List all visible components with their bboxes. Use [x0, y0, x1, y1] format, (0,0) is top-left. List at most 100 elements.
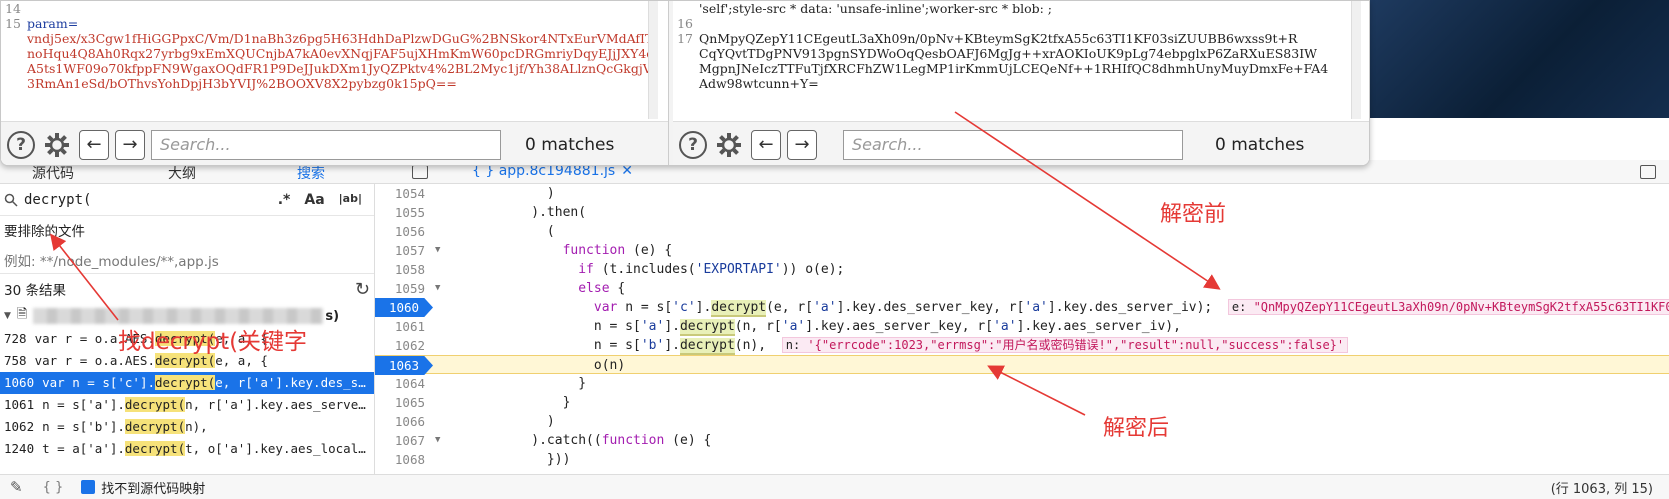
params-match-count: 0 matches [525, 134, 615, 155]
previous-match-button[interactable]: ← [751, 129, 781, 160]
line-number[interactable]: 1066 [375, 412, 425, 431]
line-number[interactable]: 1054 [375, 184, 425, 203]
help-icon[interactable]: ? [679, 130, 707, 159]
refresh-icon[interactable]: ↻ [355, 279, 370, 300]
response-scrollbar[interactable] [1351, 1, 1361, 119]
previous-match-button[interactable]: ← [79, 129, 109, 160]
hit-match: decrypt( [124, 419, 186, 434]
code-line[interactable]: 1062 n = s['b'].decrypt(n), n: '{"errcod… [375, 336, 1669, 355]
search-query-row: decrypt( .* Aa |ab| [0, 184, 374, 216]
line-number[interactable]: 1067 [375, 431, 425, 450]
line-number[interactable]: 1062 [375, 336, 425, 355]
gear-icon[interactable] [41, 129, 73, 161]
pretty-print-braces[interactable]: { } [43, 480, 64, 495]
code-line[interactable]: 1059 ▼ else { [375, 279, 1669, 298]
code-text: } [453, 395, 571, 410]
text-line: vndj5ex/x3Cgw1fHiGGPpxC/Vm/D1naBh3z6pg5H… [27, 31, 658, 46]
code-line[interactable]: 1067 ▼ ).catch((function (e) { [375, 431, 1669, 450]
line-number [673, 76, 693, 91]
text-line [699, 16, 1361, 31]
line-number [1, 76, 21, 91]
response-text-area[interactable]: 16 17 'self';style-src * data: 'unsafe-in… [673, 1, 1361, 119]
params-find-bar: ? ← → Search... 0 matches [1, 121, 668, 165]
text-line: CqYQvtTDgPNV913pgnSYDWoOqQesbOAFJ6MgJg++… [699, 46, 1317, 61]
response-search-input[interactable]: Search... [843, 129, 1183, 160]
breakpoint-line-number[interactable]: 1063 [375, 356, 433, 375]
tab-sources[interactable]: 源代码 [32, 163, 74, 183]
text-line: MgpnJNeIczTTFuTjfXRCFhZW1LegMP1irKmmUjLC… [699, 61, 1329, 76]
code-line[interactable]: 1057 ▼ function (e) { [375, 241, 1669, 260]
exclude-files-input[interactable]: 例如: **/node_modules/**,app.js [0, 244, 374, 274]
code-line[interactable]: 1058 if (t.includes('EXPORTAPI')) o(e); [375, 260, 1669, 279]
source-map-icon [81, 480, 96, 494]
line-number[interactable]: 1056 [375, 222, 425, 241]
code-line[interactable]: 1056 ( [375, 222, 1669, 241]
search-query-input[interactable]: decrypt( [24, 192, 91, 208]
params-text: param= vndj5ex/x3Cgw1fHiGGPpxC/Vm/D1naBh3… [27, 1, 658, 91]
code-line[interactable]: 1068 })) [375, 450, 1669, 469]
params-line-numbers: 14 15 [1, 1, 25, 91]
hit-prefix: var n = s['c']. [42, 375, 155, 390]
line-number[interactable]: 1061 [375, 317, 425, 336]
code-text: else { [578, 281, 626, 296]
help-icon[interactable]: ? [7, 130, 35, 159]
breakpoint-line-number[interactable]: 1060 [375, 298, 433, 317]
pretty-print-icon[interactable]: ✎ [10, 478, 23, 496]
search-hit-row[interactable]: 1062 n = s['b'].decrypt(n), [0, 416, 374, 438]
code-text: ).catch((function (e) { [453, 433, 712, 448]
text-line: A5ts1WF09o70kfppFN9WgaxOQdFR1P9DeJJukDXm… [27, 61, 652, 76]
next-match-button[interactable]: → [787, 129, 817, 160]
regex-toggle[interactable]: .* [278, 192, 291, 208]
hit-suffix: t, o['a'].key.aes_local… [185, 441, 366, 456]
params-text-area[interactable]: 14 15 param= vndj5ex/x3Cgw1fHiGGPpxC/Vm/D1… [1, 1, 658, 119]
fold-chevron-icon[interactable]: ▼ [435, 279, 440, 298]
params-search-input[interactable]: Search... [151, 129, 501, 160]
code-line[interactable]: 1055 ).then( [375, 203, 1669, 222]
line-number[interactable]: 1057 [375, 241, 425, 260]
code-line[interactable]: 1065 } [375, 393, 1669, 412]
code-line[interactable]: 1063 o(n) [375, 355, 1669, 375]
line-number[interactable]: 1058 [375, 260, 425, 279]
code-line[interactable]: 1061 n = s['a'].decrypt(n, r['a'].key.ae… [375, 317, 1669, 336]
toggle-sidebar-icon[interactable] [412, 165, 428, 179]
code-text: o(n) [453, 358, 626, 373]
code-line[interactable]: 1054 ) [375, 184, 1669, 203]
line-number[interactable]: 1064 [375, 374, 425, 393]
line-number[interactable]: 1068 [375, 450, 425, 469]
tab-outline[interactable]: 大纲 [168, 163, 196, 183]
params-scrollbar[interactable] [648, 1, 658, 119]
search-hit-row[interactable]: 1061 n = s['a'].decrypt(n, r['a'].key.aes… [0, 394, 374, 416]
annotation-find-keyword: 找decrypt(关键字 [118, 329, 308, 355]
gear-icon[interactable] [713, 129, 745, 161]
collapse-triangle-icon[interactable]: ▼ [4, 311, 11, 321]
line-number: 16 [677, 16, 693, 31]
match-case-toggle[interactable]: Aa [304, 192, 324, 208]
hit-suffix: n), [185, 419, 208, 434]
line-number[interactable]: 1059 [375, 279, 425, 298]
code-editor[interactable]: 1054 ) 1055 ).then(1056 (1057 ▼ function (… [375, 184, 1669, 474]
line-number: 15 [5, 16, 21, 31]
toggle-debugger-panel-icon[interactable] [1640, 165, 1656, 179]
code-line[interactable]: 1060 var n = s['c'].decrypt(e, r['a'].ke… [375, 298, 1669, 317]
code-text: ( [453, 224, 555, 239]
fold-chevron-icon[interactable]: ▼ [435, 431, 440, 450]
next-match-button[interactable]: → [115, 129, 145, 160]
code-text: n = s['b'].decrypt(n), n: '{"errcode":10… [453, 336, 1349, 355]
annotation-before-decrypt: 解密前 [1160, 202, 1227, 227]
search-hit-row[interactable]: 1240 t = a['a'].decrypt(t, o['a'].key.aes… [0, 438, 374, 460]
tab-search[interactable]: 搜索 [297, 163, 325, 183]
search-hit-row[interactable]: 1060 var n = s['c'].decrypt(e, r['a'].key… [0, 372, 374, 394]
hit-line-number: 758 [4, 353, 27, 368]
code-text: })) [453, 452, 571, 467]
fold-chevron-icon[interactable]: ▼ [435, 241, 440, 260]
line-number[interactable]: 1055 [375, 203, 425, 222]
response-body-pane: 16 17 'self';style-src * data: 'unsafe-in… [673, 1, 1369, 165]
hit-prefix: t = a['a']. [42, 441, 125, 456]
text-line: 3RmAn1eSd/bOThvsYohDpjH3bYVIJ%2BOOXV8X2p… [27, 76, 457, 91]
text-line: 'self';style-src * data: 'unsafe-inline'… [699, 1, 1053, 16]
whole-word-toggle[interactable]: |ab| [339, 192, 362, 208]
line-number [673, 61, 693, 76]
line-number[interactable]: 1065 [375, 393, 425, 412]
code-line[interactable]: 1064 } [375, 374, 1669, 393]
code-line[interactable]: 1066 ) [375, 412, 1669, 431]
